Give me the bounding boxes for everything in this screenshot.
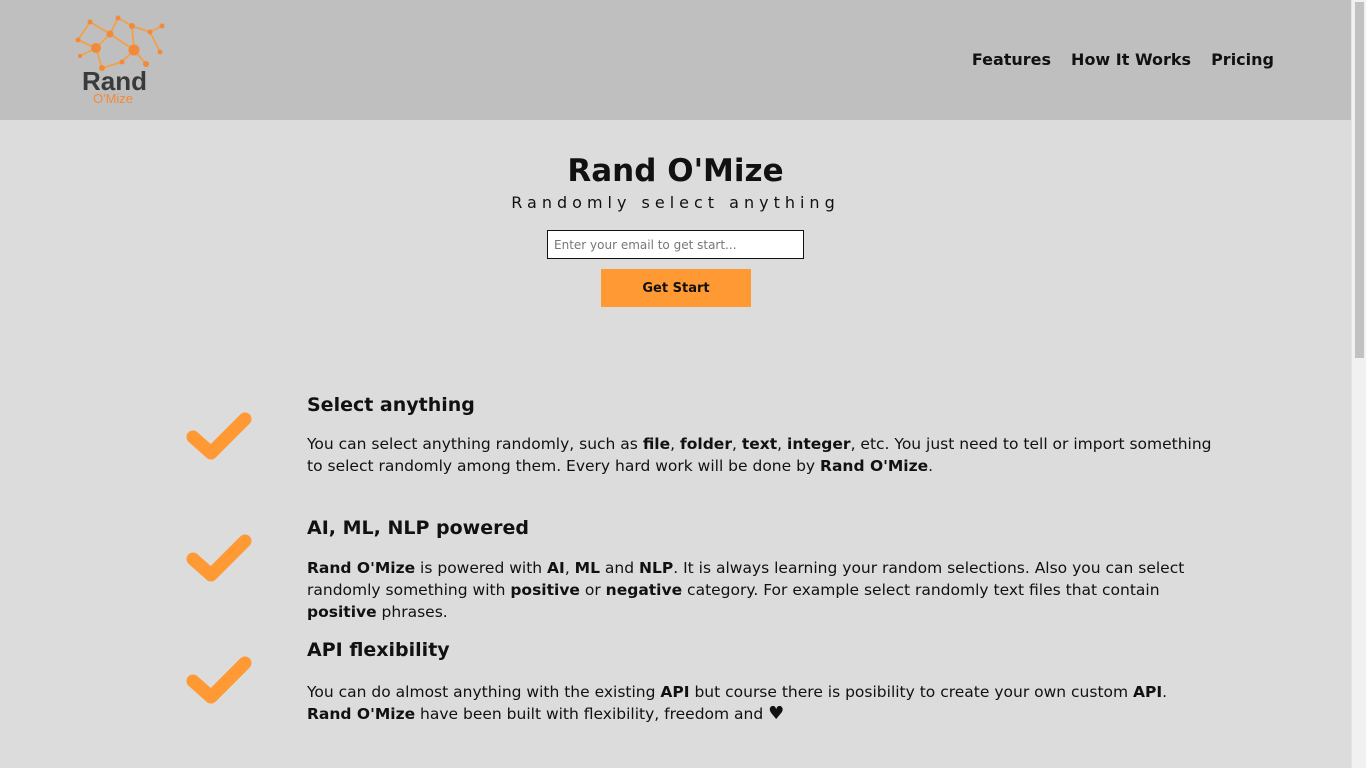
email-input[interactable] xyxy=(547,230,804,259)
emphasis-text: positive xyxy=(307,603,377,621)
feature-title: API flexibility xyxy=(307,639,450,661)
logo[interactable]: Rand O'Mize xyxy=(70,12,170,108)
main-nav: Features How It Works Pricing xyxy=(972,49,1274,71)
nav-link-how-it-works[interactable]: How It Works xyxy=(1071,49,1191,71)
feature-title: Select anything xyxy=(307,394,475,416)
nav-link-pricing[interactable]: Pricing xyxy=(1211,49,1274,71)
feature-description: You can do almost anything with the exis… xyxy=(307,683,1168,724)
emphasis-text: text xyxy=(741,435,778,453)
emphasis-text: integer xyxy=(787,435,851,453)
logo-word-omize: O'Mize xyxy=(93,91,134,106)
site-header: Rand O'Mize Features How It Works Pricin… xyxy=(0,0,1351,120)
emphasis-text: Rand O'Mize xyxy=(307,705,416,723)
scrollbar-thumb[interactable] xyxy=(1355,2,1364,358)
hero-subtitle: Randomly select anything xyxy=(511,193,840,212)
emphasis-text: ML xyxy=(574,559,600,577)
get-start-button[interactable]: Get Start xyxy=(601,269,751,307)
feature-description: Rand O'Mize is powered with AI, ML and N… xyxy=(307,559,1185,621)
emphasis-text: Rand O'Mize xyxy=(307,559,416,577)
feature-description: You can select anything randomly, such a… xyxy=(307,435,1212,475)
vertical-scrollbar[interactable] xyxy=(1351,0,1366,768)
check-icon xyxy=(186,656,252,704)
emphasis-text: AI xyxy=(547,559,565,577)
check-icon xyxy=(186,412,252,460)
emphasis-text: file xyxy=(642,435,671,453)
emphasis-text: API xyxy=(1133,683,1163,701)
check-icon xyxy=(186,534,252,582)
nav-link-features[interactable]: Features xyxy=(972,49,1051,71)
emphasis-text: positive xyxy=(510,581,580,599)
hero-title: Rand O'Mize xyxy=(567,153,784,189)
emphasis-text: Rand O'Mize xyxy=(820,457,929,475)
emphasis-text: API xyxy=(660,683,690,701)
feature-title: AI, ML, NLP powered xyxy=(307,517,529,539)
heart-icon: ♥ xyxy=(768,703,785,724)
emphasis-text: negative xyxy=(605,581,683,599)
emphasis-text: folder xyxy=(680,435,732,453)
emphasis-text: NLP xyxy=(639,559,674,577)
